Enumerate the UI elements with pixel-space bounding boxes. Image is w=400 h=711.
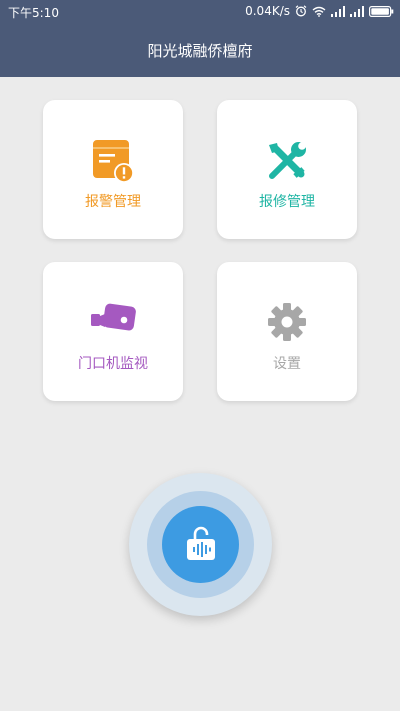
door-monitor-label: 门口机监视 [78,356,148,372]
unlock-button-middle-ring [147,491,254,598]
alarm-document-icon [93,140,134,183]
status-time: 下午5:10 [8,6,59,20]
unlock-button-outer-ring [129,473,272,616]
door-monitor-card[interactable]: 门口机监视 [43,262,183,401]
unlock-icon [187,526,215,560]
repair-management-card[interactable]: 报修管理 [217,100,357,239]
alarm-clock-icon [295,5,307,17]
app-header: 下午5:10 0.04K/s 阳光城融侨檀府 [0,0,400,77]
wifi-icon [312,6,326,17]
gear-icon [268,303,306,341]
signal-icon-2 [350,5,364,17]
repair-tools-icon [269,142,306,179]
page-title: 阳光城融侨檀府 [147,42,253,60]
video-camera-icon [91,303,136,331]
unlock-button[interactable] [162,506,239,583]
signal-icon [331,5,345,17]
status-icons: 0.04K/s [245,4,394,18]
repair-management-label: 报修管理 [259,194,315,210]
alarm-management-label: 报警管理 [85,194,141,210]
alarm-management-card[interactable]: 报警管理 [43,100,183,239]
status-bar: 下午5:10 0.04K/s [0,0,400,24]
network-speed: 0.04K/s [245,4,290,18]
battery-icon [369,5,394,17]
settings-card[interactable]: 设置 [217,262,357,401]
settings-label: 设置 [273,356,301,372]
